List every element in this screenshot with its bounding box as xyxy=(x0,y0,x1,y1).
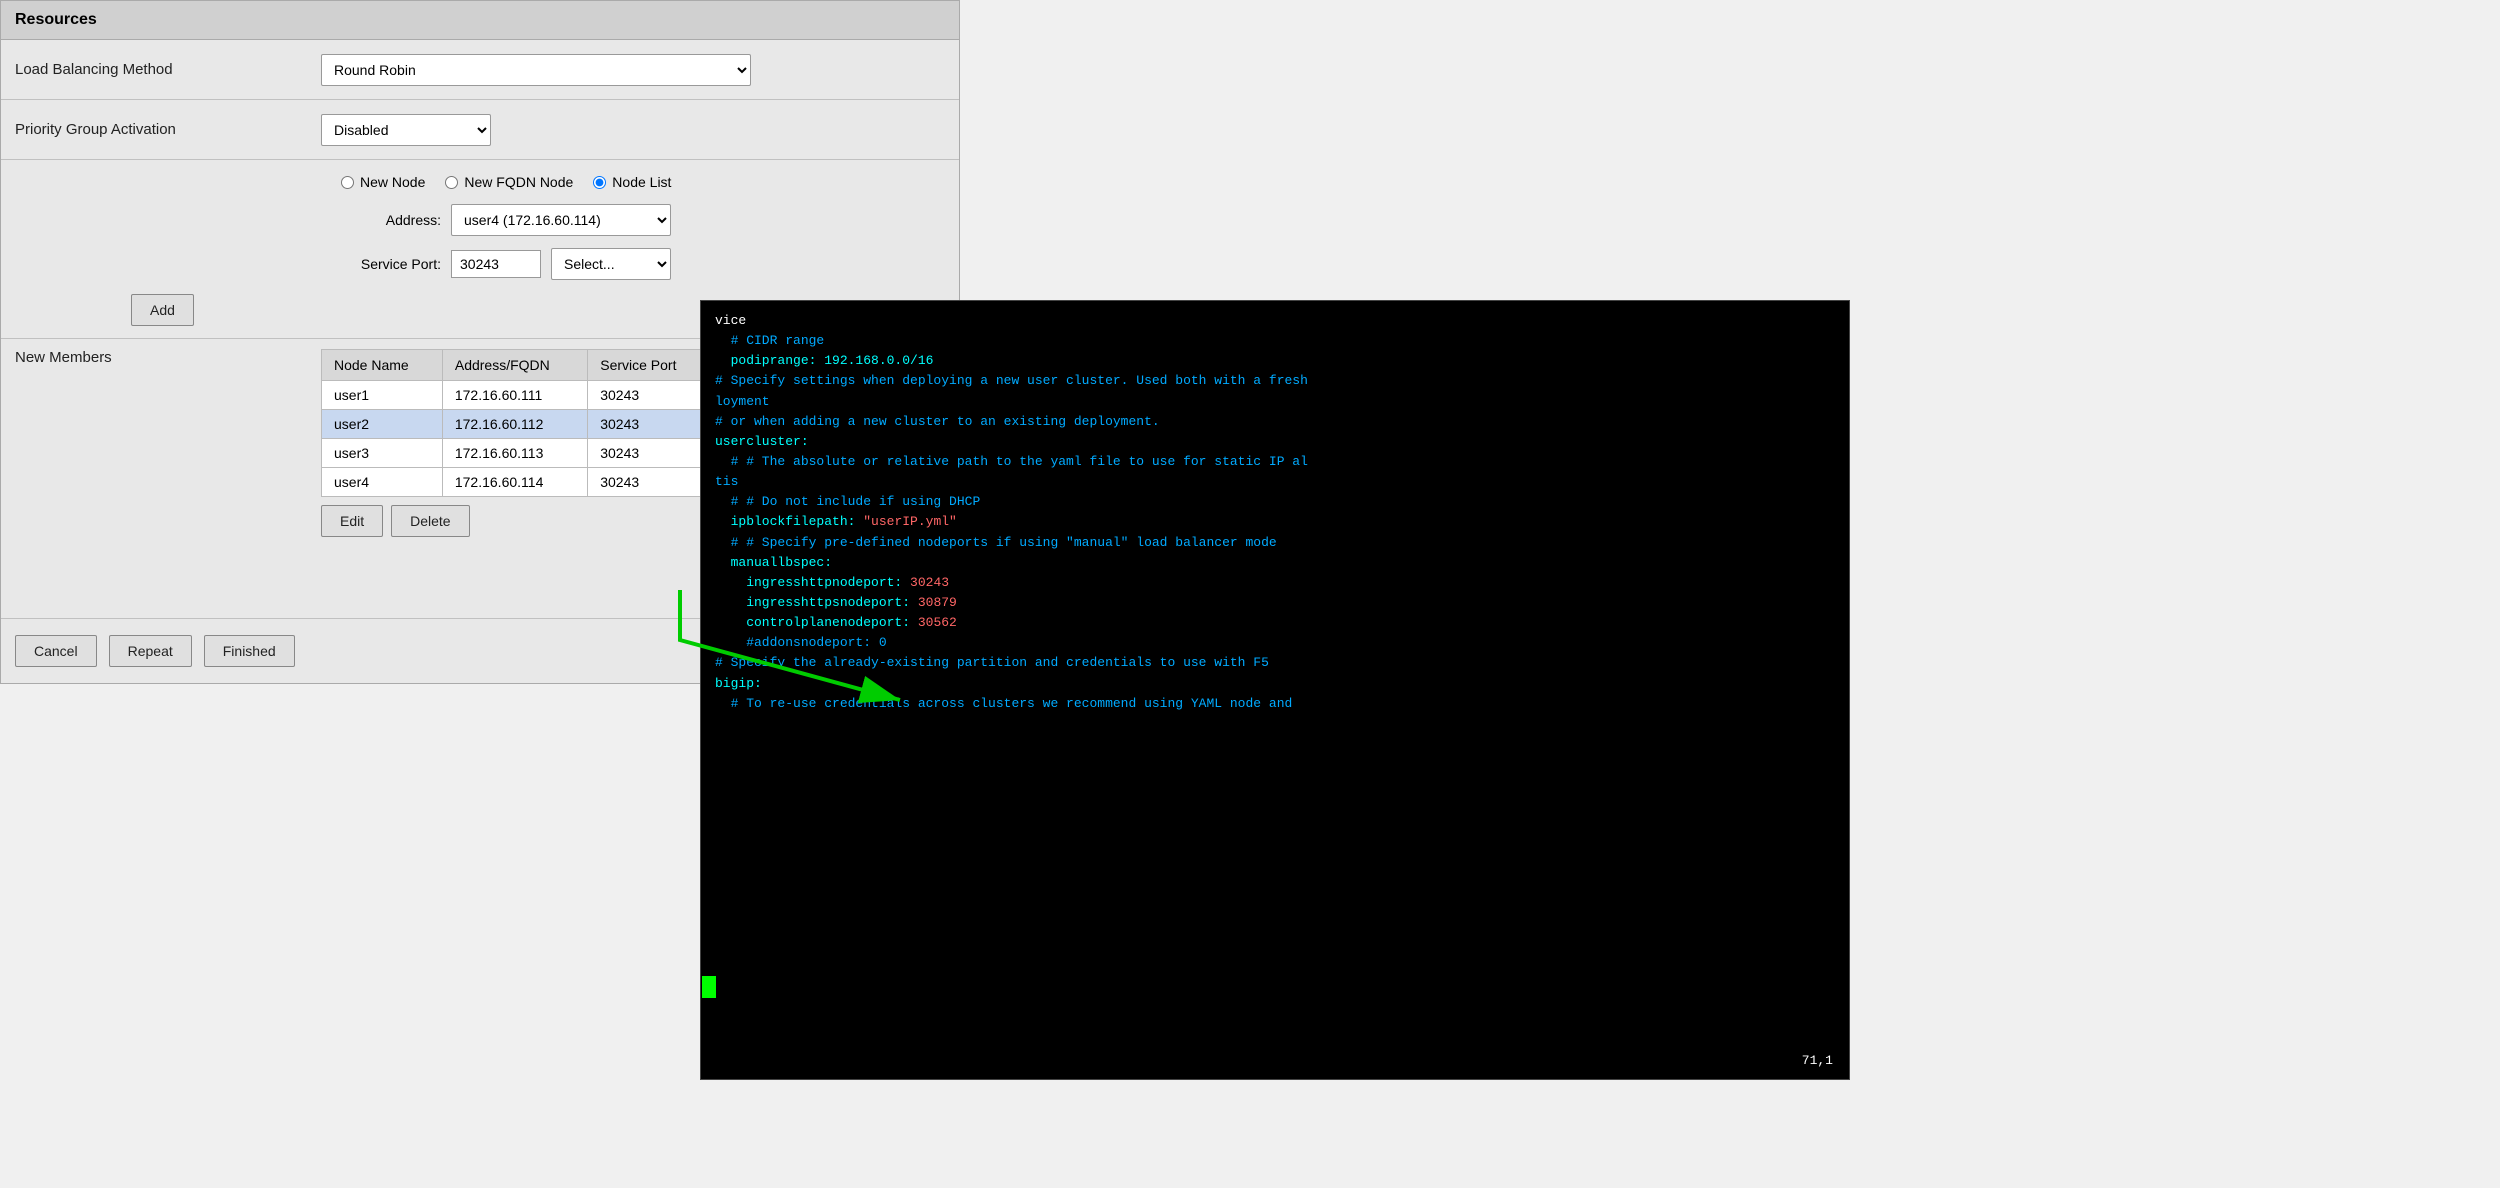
add-button[interactable]: Add xyxy=(131,294,194,326)
priority-group-label: Priority Group Activation xyxy=(1,111,311,148)
service-port-select[interactable]: Select... xyxy=(551,248,671,280)
term-line-2: # CIDR range xyxy=(715,331,1835,351)
terminal-footer: 71,1 xyxy=(1802,1051,1833,1071)
cell-port: 30243 xyxy=(588,439,711,468)
service-port-label: Service Port: xyxy=(331,256,441,272)
table-row[interactable]: user2 172.16.60.112 30243 xyxy=(322,410,711,439)
term-line-19: bigip: xyxy=(715,674,1835,694)
cell-address: 172.16.60.111 xyxy=(442,381,587,410)
priority-group-control: Disabled xyxy=(311,104,959,156)
cell-name: user4 xyxy=(322,468,443,497)
col-address: Address/FQDN xyxy=(442,350,587,381)
term-line-16: controlplanenodeport: 30562 xyxy=(715,613,1835,633)
load-balancing-row: Load Balancing Method Round Robin xyxy=(1,40,959,100)
term-line-12: # # Specify pre-defined nodeports if usi… xyxy=(715,533,1835,553)
cell-port: 30243 xyxy=(588,468,711,497)
term-line-15: ingresshttpsnodeport: 30879 xyxy=(715,593,1835,613)
term-line-5: loyment xyxy=(715,392,1835,412)
cell-name: user3 xyxy=(322,439,443,468)
term-line-20: # To re-use credentials across clusters … xyxy=(715,694,1835,714)
members-table: Node Name Address/FQDN Service Port user… xyxy=(321,349,711,497)
terminal-panel: vice # CIDR range podiprange: 192.168.0.… xyxy=(700,300,1850,1080)
node-list-radio[interactable] xyxy=(593,176,606,189)
load-balancing-control: Round Robin xyxy=(311,44,959,96)
term-line-3: podiprange: 192.168.0.0/16 xyxy=(715,351,1835,371)
cell-address: 172.16.60.112 xyxy=(442,410,587,439)
term-line-6: # or when adding a new cluster to an exi… xyxy=(715,412,1835,432)
new-node-label: New Node xyxy=(360,174,425,190)
term-line-4: # Specify settings when deploying a new … xyxy=(715,371,1835,391)
load-balancing-select[interactable]: Round Robin xyxy=(321,54,751,86)
term-line-14: ingresshttpnodeport: 30243 xyxy=(715,573,1835,593)
cancel-button[interactable]: Cancel xyxy=(15,635,97,667)
new-fqdn-label: New FQDN Node xyxy=(464,174,573,190)
node-type-row: New Node New FQDN Node Node List xyxy=(1,160,959,198)
new-node-radio-label[interactable]: New Node xyxy=(341,174,425,190)
term-line-7: usercluster: xyxy=(715,432,1835,452)
term-line-8: # # The absolute or relative path to the… xyxy=(715,452,1835,472)
cell-port: 30243 xyxy=(588,410,711,439)
delete-button[interactable]: Delete xyxy=(391,505,469,537)
address-row: Address: user4 (172.16.60.114) xyxy=(1,198,959,242)
green-indicator xyxy=(702,976,716,998)
term-line-17: #addonsnodeport: 0 xyxy=(715,633,1835,653)
service-port-input[interactable] xyxy=(451,250,541,278)
cell-address: 172.16.60.114 xyxy=(442,468,587,497)
new-members-label: New Members xyxy=(1,339,311,376)
load-balancing-label: Load Balancing Method xyxy=(1,51,311,88)
new-node-radio[interactable] xyxy=(341,176,354,189)
term-line-11: ipblockfilepath: "userIP.yml" xyxy=(715,512,1835,532)
cell-name: user1 xyxy=(322,381,443,410)
term-line-9: tis xyxy=(715,472,1835,492)
term-line-13: manuallbspec: xyxy=(715,553,1835,573)
col-service-port: Service Port xyxy=(588,350,711,381)
term-line-1: vice xyxy=(715,311,1835,331)
address-label: Address: xyxy=(331,212,441,228)
table-row[interactable]: user1 172.16.60.111 30243 xyxy=(322,381,711,410)
priority-group-row: Priority Group Activation Disabled xyxy=(1,100,959,160)
new-fqdn-radio-label[interactable]: New FQDN Node xyxy=(445,174,573,190)
new-fqdn-radio[interactable] xyxy=(445,176,458,189)
priority-group-select[interactable]: Disabled xyxy=(321,114,491,146)
panel-title: Resources xyxy=(1,1,959,40)
node-list-radio-label[interactable]: Node List xyxy=(593,174,671,190)
table-row[interactable]: user3 172.16.60.113 30243 xyxy=(322,439,711,468)
edit-button[interactable]: Edit xyxy=(321,505,383,537)
service-port-row: Service Port: Select... xyxy=(1,242,959,286)
cell-address: 172.16.60.113 xyxy=(442,439,587,468)
cell-name: user2 xyxy=(322,410,443,439)
finished-button[interactable]: Finished xyxy=(204,635,295,667)
table-row[interactable]: user4 172.16.60.114 30243 xyxy=(322,468,711,497)
address-select[interactable]: user4 (172.16.60.114) xyxy=(451,204,671,236)
node-list-label: Node List xyxy=(612,174,671,190)
col-node-name: Node Name xyxy=(322,350,443,381)
term-line-10: # # Do not include if using DHCP xyxy=(715,492,1835,512)
term-line-18: # Specify the already-existing partition… xyxy=(715,653,1835,673)
repeat-button[interactable]: Repeat xyxy=(109,635,192,667)
cell-port: 30243 xyxy=(588,381,711,410)
